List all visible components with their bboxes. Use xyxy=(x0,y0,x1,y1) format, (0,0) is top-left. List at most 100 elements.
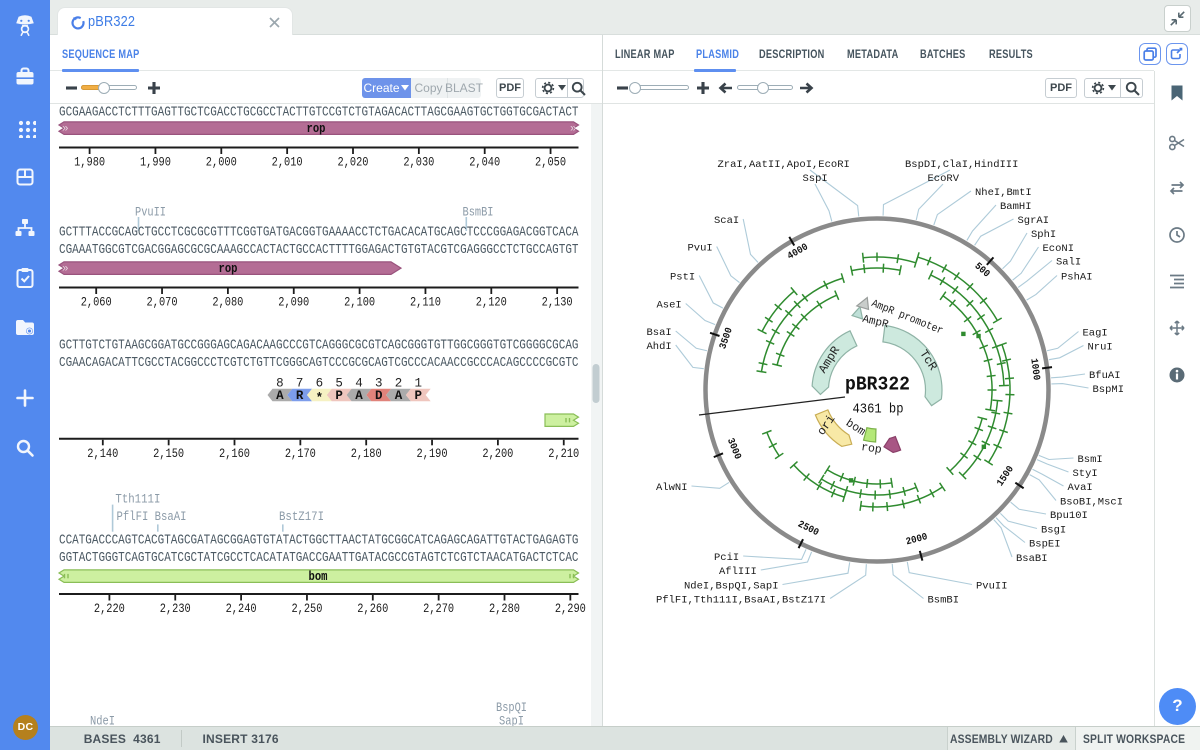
svg-text:D: D xyxy=(375,389,383,403)
svg-text:2,060: 2,060 xyxy=(81,295,112,310)
svg-text:Bpu10I: Bpu10I xyxy=(1050,510,1088,522)
svg-text:CGAACAGACATTCGCCTACGGCCCTCGTCT: CGAACAGACATTCGCCTACGGCCCTCGTCTGTTCGGGCAG… xyxy=(59,356,579,371)
svg-text:rop: rop xyxy=(307,122,326,136)
svg-text:AflIII: AflIII xyxy=(719,566,757,578)
svg-text:6: 6 xyxy=(316,376,324,390)
svg-text:3000: 3000 xyxy=(724,437,743,462)
svg-text:NruI: NruI xyxy=(1088,342,1113,354)
svg-text:SgrAI: SgrAI xyxy=(1018,215,1050,227)
svg-text:rop: rop xyxy=(219,262,238,276)
svg-text:2,100: 2,100 xyxy=(344,295,375,310)
svg-text:A: A xyxy=(395,389,403,403)
svg-text:2,050: 2,050 xyxy=(535,155,566,170)
svg-text:BamHI: BamHI xyxy=(1000,201,1032,213)
svg-text:2000: 2000 xyxy=(905,532,929,548)
svg-text:AlwNI: AlwNI xyxy=(656,482,688,494)
svg-text:A: A xyxy=(276,389,284,403)
svg-text:2,140: 2,140 xyxy=(87,446,118,461)
svg-text:2,080: 2,080 xyxy=(212,295,243,310)
svg-text:2,180: 2,180 xyxy=(351,446,382,461)
svg-text:2,150: 2,150 xyxy=(153,446,184,461)
svg-text:BsaI: BsaI xyxy=(647,327,672,339)
svg-text:NheI,BmtI: NheI,BmtI xyxy=(975,187,1032,199)
svg-text:2,290: 2,290 xyxy=(555,601,586,616)
svg-text:PstI: PstI xyxy=(670,272,695,284)
svg-text:rop: rop xyxy=(860,441,882,457)
svg-text:EcoNI: EcoNI xyxy=(1043,243,1075,255)
svg-text:2,070: 2,070 xyxy=(147,295,178,310)
svg-text:P: P xyxy=(335,389,343,403)
svg-text:SapI: SapI xyxy=(499,714,524,727)
svg-text:BsmBI: BsmBI xyxy=(928,595,960,607)
svg-text:AvaI: AvaI xyxy=(1068,482,1093,494)
svg-text:2,220: 2,220 xyxy=(94,601,125,616)
svg-text:StyI: StyI xyxy=(1073,468,1098,480)
svg-text:3500: 3500 xyxy=(718,326,736,350)
svg-text:SspI: SspI xyxy=(803,173,828,185)
svg-text:bom: bom xyxy=(309,570,328,584)
svg-text:EagI: EagI xyxy=(1083,328,1108,340)
svg-text:BsmBI: BsmBI xyxy=(463,205,494,220)
svg-text:AseI: AseI xyxy=(657,300,682,312)
svg-text:2,280: 2,280 xyxy=(489,601,520,616)
svg-text:2,170: 2,170 xyxy=(285,446,316,461)
svg-text:BsgI: BsgI xyxy=(1041,525,1066,537)
svg-text:AhdI: AhdI xyxy=(647,341,672,353)
svg-text:2,250: 2,250 xyxy=(291,601,322,616)
svg-text:4361 bp: 4361 bp xyxy=(853,402,904,418)
svg-text:BstZ17I: BstZ17I xyxy=(279,509,324,524)
svg-text:»: » xyxy=(62,264,69,276)
svg-text:BsoBI,MscI: BsoBI,MscI xyxy=(1060,497,1123,509)
svg-text:SphI: SphI xyxy=(1031,229,1056,241)
svg-text:CCATGACCCAGTCACGTAGCGATAGCGGAG: CCATGACCCAGTCACGTAGCGATAGCGGAGTGTATACTGG… xyxy=(59,534,579,549)
svg-text:1000: 1000 xyxy=(1027,358,1041,381)
svg-text:ZraI,AatII,ApoI,EcoRI: ZraI,AatII,ApoI,EcoRI xyxy=(718,159,850,171)
svg-text:AmpR: AmpR xyxy=(861,314,890,332)
svg-text:»: » xyxy=(62,124,69,136)
svg-text:2,110: 2,110 xyxy=(410,295,441,310)
svg-text:2,130: 2,130 xyxy=(542,295,573,310)
svg-text:2,000: 2,000 xyxy=(206,155,237,170)
svg-text:GGTACTGGGTCAGTGCATCGCTATCGCCTC: GGTACTGGGTCAGTGCATCGCTATCGCCTCACATATGACC… xyxy=(59,551,579,566)
svg-text:1,980: 1,980 xyxy=(74,155,105,170)
svg-text:2,260: 2,260 xyxy=(357,601,388,616)
svg-text:PvuI: PvuI xyxy=(688,243,713,255)
svg-text:NdeI,BspQI,SapI: NdeI,BspQI,SapI xyxy=(684,581,779,593)
svg-text:PflFI,Tth111I,BsaAI,BstZ17I: PflFI,Tth111I,BsaAI,BstZ17I xyxy=(656,595,826,607)
svg-text:2,030: 2,030 xyxy=(403,155,434,170)
svg-text:PflFI BsaAI: PflFI BsaAI xyxy=(117,509,187,524)
svg-text:2,230: 2,230 xyxy=(160,601,191,616)
svg-text:ScaI: ScaI xyxy=(714,215,739,227)
svg-text:CGAAATGGCGTCGACGGAGCGCGCAAAGCC: CGAAATGGCGTCGACGGAGCGCGCAAAGCCACTACTGCCA… xyxy=(59,243,579,258)
svg-text:R: R xyxy=(296,389,304,403)
svg-text:A: A xyxy=(355,389,363,403)
svg-text:BsmI: BsmI xyxy=(1078,454,1103,466)
svg-text:1,990: 1,990 xyxy=(140,155,171,170)
svg-text:2,240: 2,240 xyxy=(226,601,257,616)
svg-text:BfuAI: BfuAI xyxy=(1089,370,1121,382)
svg-text:PciI: PciI xyxy=(714,552,739,564)
svg-text:BsaBI: BsaBI xyxy=(1016,553,1048,565)
svg-text:1500: 1500 xyxy=(995,464,1016,488)
svg-text:GCGAAGACCTCTTTGAGTTGCTCGACCTGC: GCGAAGACCTCTTTGAGTTGCTCGACCTGCGCCTACTTGT… xyxy=(59,106,579,121)
svg-text:2,040: 2,040 xyxy=(469,155,500,170)
svg-text:2,190: 2,190 xyxy=(417,446,448,461)
svg-text:P: P xyxy=(415,389,423,403)
svg-text:2,270: 2,270 xyxy=(423,601,454,616)
svg-text:2,200: 2,200 xyxy=(482,446,513,461)
svg-text:EcoRV: EcoRV xyxy=(928,173,960,185)
svg-text:*: * xyxy=(316,391,324,405)
svg-text:pBR322: pBR322 xyxy=(845,373,910,395)
svg-text:Tth111I: Tth111I xyxy=(115,492,160,507)
svg-text:2,020: 2,020 xyxy=(338,155,369,170)
svg-text:BspEI: BspEI xyxy=(1029,539,1061,551)
svg-text:PvuII: PvuII xyxy=(135,205,166,220)
svg-text:2,090: 2,090 xyxy=(278,295,309,310)
svg-text:2,120: 2,120 xyxy=(476,295,507,310)
svg-text:NdeI: NdeI xyxy=(90,714,115,727)
svg-text:PvuII: PvuII xyxy=(976,581,1008,593)
svg-text:BspDI,ClaI,HindIII: BspDI,ClaI,HindIII xyxy=(905,159,1018,171)
svg-text:SalI: SalI xyxy=(1056,257,1081,269)
svg-text:PshAI: PshAI xyxy=(1061,272,1093,284)
svg-text:GCTTTACCGCAGCTGCCTCGCGCGTTTCGG: GCTTTACCGCAGCTGCCTCGCGCGTTTCGGTGATGACGGT… xyxy=(59,226,579,241)
